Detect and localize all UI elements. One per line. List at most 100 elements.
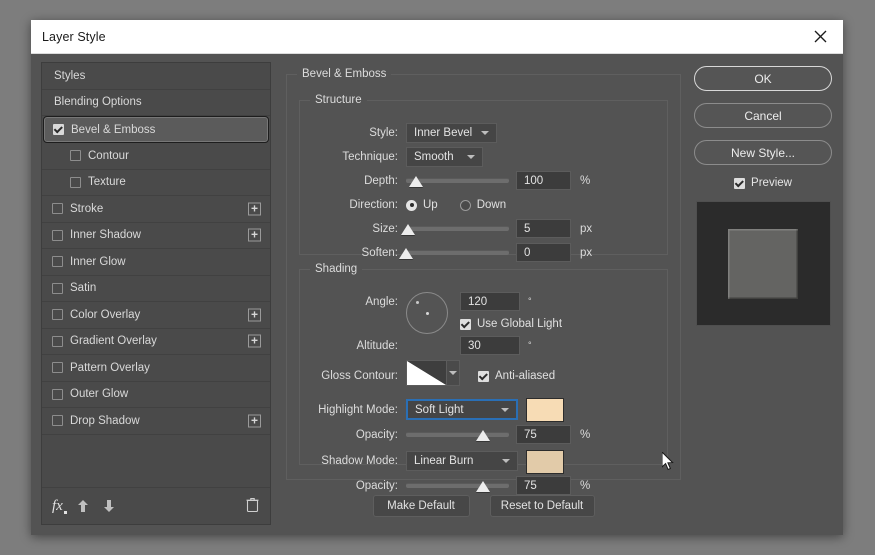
close-icon[interactable] [797, 20, 843, 53]
style-list-item-label: Satin [70, 282, 97, 295]
checkbox-checked-icon [478, 370, 489, 382]
depth-slider[interactable] [406, 173, 509, 189]
angle-dial-handle[interactable] [416, 301, 419, 304]
add-effect-plus-icon[interactable]: + [248, 308, 261, 322]
size-slider-track [406, 226, 509, 231]
size-input[interactable]: 5 [516, 219, 571, 238]
trash-glyph [246, 498, 259, 513]
new-style-button[interactable]: New Style... [694, 140, 832, 165]
add-effect-plus-icon[interactable]: + [248, 334, 261, 348]
technique-label: Technique: [342, 151, 398, 163]
soften-label: Soften: [361, 247, 398, 259]
checkbox-unchecked-icon[interactable] [70, 150, 81, 162]
arrow-up-icon[interactable] [77, 499, 89, 513]
styles-list: Styles Blending Options Bevel & Emboss Cont… [42, 63, 270, 487]
style-list-item-bevel-emboss[interactable]: Bevel & Emboss [43, 116, 269, 143]
style-list-item-texture[interactable]: Texture [42, 170, 270, 196]
depth-input[interactable]: 100 [516, 171, 571, 190]
angle-input[interactable]: 120 [460, 292, 520, 311]
checkbox-unchecked-icon[interactable] [52, 256, 63, 268]
style-list-item-inner-glow[interactable]: Inner Glow [42, 249, 270, 276]
checkbox-unchecked-icon[interactable] [52, 309, 63, 321]
bevel-emboss-panel: Bevel & Emboss Structure Style: Inner Be… [286, 62, 681, 525]
add-effect-plus-icon[interactable]: + [248, 228, 261, 242]
structure-legend: Structure [310, 94, 367, 106]
structure-group: Structure Style: Inner Bevel Technique: … [299, 94, 668, 262]
highlight-opacity-track [406, 432, 509, 437]
add-effect-plus-icon[interactable]: + [248, 202, 261, 216]
style-list-item-label: Outer Glow [70, 388, 129, 401]
shadow-opacity-unit: % [580, 480, 591, 492]
checkbox-unchecked-icon[interactable] [52, 362, 63, 374]
depth-slider-thumb[interactable] [409, 176, 424, 187]
technique-select[interactable]: Smooth [406, 147, 483, 167]
style-list-item-blending-options[interactable]: Blending Options [42, 90, 270, 116]
gloss-contour-curve [407, 361, 446, 385]
style-list-item-satin[interactable]: Satin [42, 276, 270, 302]
soften-input[interactable]: 0 [516, 243, 571, 262]
shadow-mode-select[interactable]: Linear Burn [406, 451, 518, 471]
style-list-item-gradient-overlay[interactable]: Gradient Overlay + [42, 329, 270, 355]
ok-button[interactable]: OK [694, 66, 832, 91]
altitude-input[interactable]: 30 [460, 336, 520, 355]
checkbox-unchecked-icon[interactable] [52, 229, 63, 241]
highlight-color-swatch[interactable] [526, 398, 564, 422]
cancel-button[interactable]: Cancel [694, 103, 832, 128]
shadow-opacity-label: Opacity: [355, 480, 398, 492]
highlight-opacity-input[interactable]: 75 [516, 425, 571, 444]
checkbox-unchecked-icon[interactable] [52, 415, 63, 427]
shadow-color-swatch[interactable] [526, 450, 564, 474]
style-list-item-color-overlay[interactable]: Color Overlay + [42, 302, 270, 329]
style-list-item-outer-glow[interactable]: Outer Glow [42, 382, 270, 408]
checkbox-unchecked-icon[interactable] [52, 335, 63, 347]
chevron-down-icon [501, 407, 509, 412]
highlight-opacity-unit: % [580, 429, 591, 441]
highlight-opacity-slider[interactable] [406, 427, 509, 443]
angle-dial[interactable] [406, 292, 448, 334]
checkbox-unchecked-icon[interactable] [52, 203, 63, 215]
depth-value: 100 [524, 174, 544, 187]
highlight-mode-select[interactable]: Soft Light [406, 399, 518, 420]
dialog-actions-panel: OK Cancel New Style... Preview [693, 62, 833, 525]
style-list-item-label: Bevel & Emboss [71, 123, 156, 136]
arrow-down-icon[interactable] [103, 499, 115, 513]
preview-checkbox[interactable]: Preview [734, 177, 792, 189]
trash-icon[interactable] [246, 497, 259, 515]
anti-aliased-label: Anti-aliased [495, 370, 556, 382]
shadow-opacity-input[interactable]: 75 [516, 476, 571, 495]
size-slider[interactable] [401, 221, 509, 237]
checkbox-unchecked-icon[interactable] [52, 282, 63, 294]
radio-up-icon [406, 199, 417, 211]
reset-to-default-button[interactable]: Reset to Default [489, 495, 595, 517]
checkbox-unchecked-icon[interactable] [52, 388, 63, 400]
style-list-item-inner-shadow[interactable]: Inner Shadow + [42, 223, 270, 249]
soften-slider[interactable] [399, 245, 509, 261]
shadow-opacity-slider[interactable] [406, 478, 509, 494]
fx-icon[interactable]: fx [52, 498, 67, 515]
gloss-contour-dropdown[interactable] [447, 360, 460, 386]
shading-group: Shading Angle: 120 ° Use Global Light Al… [299, 263, 668, 495]
highlight-opacity-thumb[interactable] [476, 430, 491, 441]
style-list-item-label: Drop Shadow [70, 414, 140, 427]
style-select[interactable]: Inner Bevel [406, 123, 497, 143]
checkbox-unchecked-icon[interactable] [70, 176, 81, 188]
shadow-opacity-thumb[interactable] [476, 481, 491, 492]
preview-label: Preview [751, 177, 792, 189]
style-list-item-pattern-overlay[interactable]: Pattern Overlay [42, 355, 270, 382]
add-effect-plus-icon[interactable]: + [248, 414, 261, 428]
checkbox-checked-icon[interactable] [53, 124, 64, 135]
gloss-contour-swatch[interactable] [406, 360, 447, 386]
style-list-item-contour[interactable]: Contour [42, 143, 270, 170]
use-global-light-checkbox[interactable]: Use Global Light [460, 315, 562, 333]
direction-down-radio[interactable]: Down [459, 199, 506, 211]
size-slider-thumb[interactable] [401, 224, 416, 235]
style-list-item-drop-shadow[interactable]: Drop Shadow + [42, 408, 270, 435]
styles-footer-toolbar: fx [42, 487, 270, 524]
style-list-item-styles[interactable]: Styles [42, 63, 270, 90]
direction-up-radio[interactable]: Up [406, 199, 438, 211]
gloss-contour-label: Gloss Contour: [321, 370, 398, 382]
make-default-button[interactable]: Make Default [372, 495, 470, 517]
anti-aliased-checkbox[interactable]: Anti-aliased [478, 367, 555, 385]
soften-slider-thumb[interactable] [399, 248, 413, 259]
style-list-item-stroke[interactable]: Stroke + [42, 196, 270, 223]
